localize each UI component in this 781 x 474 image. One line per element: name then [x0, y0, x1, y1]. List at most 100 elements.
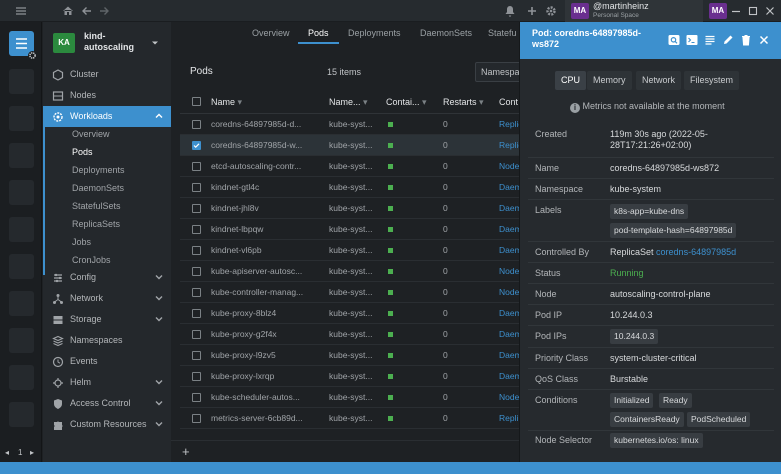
sidebar-item-access-control[interactable]: Access Control — [43, 393, 171, 414]
sidebar-item-helm[interactable]: Helm — [43, 372, 171, 393]
table-row[interactable]: kube-scheduler-autos... kube-syst... 0 Node — [180, 387, 525, 408]
add-icon[interactable] — [524, 3, 540, 19]
row-checkbox[interactable] — [192, 414, 201, 423]
row-checkbox[interactable] — [192, 225, 201, 234]
sidebar-subitem-jobs[interactable]: Jobs — [43, 233, 171, 251]
sidebar-item-storage[interactable]: Storage — [43, 309, 171, 330]
table-row[interactable]: kube-proxy-l9zv5 kube-syst... 0 Daem — [180, 345, 525, 366]
hotbar-settings-icon[interactable] — [28, 51, 37, 60]
metric-tab-memory[interactable]: Memory — [587, 71, 632, 90]
controller-link[interactable]: coredns-64897985d — [656, 247, 736, 257]
sidebar-subitem-overview[interactable]: Overview — [43, 125, 171, 143]
tab-statefulsets[interactable]: Statefu — [488, 22, 517, 44]
sidebar-subitem-deployments[interactable]: Deployments — [43, 161, 171, 179]
metric-tab-network[interactable]: Network — [636, 71, 682, 90]
sidebar-item-workloads[interactable]: Workloads — [43, 106, 171, 127]
table-row[interactable]: kindnet-jhl8v kube-syst... 0 Daem — [180, 198, 525, 219]
row-checkbox[interactable] — [192, 351, 201, 360]
table-row[interactable]: kube-controller-manag... kube-syst... 0 Nod… — [180, 282, 525, 303]
metric-tab-filesystem[interactable]: Filesystem — [684, 71, 740, 90]
tab-daemonsets[interactable]: DaemonSets — [420, 22, 472, 44]
tab-deployments[interactable]: Deployments — [348, 22, 401, 44]
table-row[interactable]: kindnet-vl6pb kube-syst... 0 Daem — [180, 240, 525, 261]
hotbar-slot[interactable] — [9, 402, 34, 427]
select-all-checkbox[interactable] — [192, 97, 201, 106]
row-checkbox[interactable] — [192, 120, 201, 129]
sidebar-subitem-replicasets[interactable]: ReplicaSets — [43, 215, 171, 233]
tab-pods[interactable]: Pods — [298, 22, 339, 44]
row-checkbox[interactable] — [192, 246, 201, 255]
tab-overview[interactable]: Overview — [252, 22, 290, 44]
sidebar-subitem-daemonsets[interactable]: DaemonSets — [43, 179, 171, 197]
namespace-select[interactable]: Namespa — [475, 62, 525, 82]
column-controlled-by[interactable]: Cont — [499, 97, 518, 107]
table-row[interactable]: coredns-64897985d-w... kube-syst... 0 Repli… — [180, 135, 525, 156]
sidebar-item-label: Access Control — [70, 398, 131, 408]
sidebar-item-config[interactable]: Config — [43, 267, 171, 288]
sidebar-item-namespaces[interactable]: Namespaces — [43, 330, 171, 351]
table-row[interactable]: kindnet-gtl4c kube-syst... 0 Daem — [180, 177, 525, 198]
row-checkbox[interactable] — [192, 372, 201, 381]
prev-page-icon[interactable]: ◂ — [5, 448, 9, 457]
sidebar-item-nodes[interactable]: Nodes — [43, 85, 171, 106]
maximize-icon[interactable] — [745, 3, 761, 19]
column-containers[interactable]: Contai... ▾ — [386, 97, 427, 108]
forward-arrow-icon[interactable] — [96, 3, 112, 19]
terminal-icon[interactable] — [686, 34, 698, 46]
home-icon[interactable] — [60, 3, 76, 19]
hotbar-slot[interactable] — [9, 291, 34, 316]
hotbar-slot[interactable] — [9, 180, 34, 205]
hotbar-slot[interactable] — [9, 254, 34, 279]
minimize-icon[interactable] — [728, 3, 744, 19]
row-checkbox[interactable] — [192, 141, 201, 150]
gear-icon[interactable] — [543, 3, 559, 19]
table-row[interactable]: kube-proxy-lxrqp kube-syst... 0 Daem — [180, 366, 525, 387]
column-name[interactable]: Name ▾ — [211, 97, 242, 108]
row-checkbox[interactable] — [192, 267, 201, 276]
table-row[interactable]: kube-apiserver-autosc... kube-syst... 0 Nod… — [180, 261, 525, 282]
sidebar-item-cluster[interactable]: Cluster — [43, 64, 171, 85]
hotbar-slot[interactable] — [9, 143, 34, 168]
row-checkbox[interactable] — [192, 309, 201, 318]
table-row[interactable]: kube-proxy-8blz4 kube-syst... 0 Daem — [180, 303, 525, 324]
column-namespace[interactable]: Name... ▾ — [329, 97, 368, 108]
row-checkbox[interactable] — [192, 183, 201, 192]
bell-icon[interactable] — [502, 3, 518, 19]
hotbar-slot[interactable] — [9, 217, 34, 242]
logs-icon[interactable] — [704, 34, 716, 46]
column-restarts[interactable]: Restarts ▾ — [443, 97, 484, 108]
table-row[interactable]: metrics-server-6cb89d... kube-syst... 0 Rep… — [180, 408, 525, 429]
add-icon[interactable]: + — [182, 444, 190, 459]
hotbar-slot[interactable] — [9, 69, 34, 94]
hotbar-slot[interactable] — [9, 328, 34, 353]
close-icon[interactable] — [758, 34, 770, 46]
table-row[interactable]: kube-proxy-g2f4x kube-syst... 0 Daem — [180, 324, 525, 345]
cluster-switcher[interactable]: KA kind-autoscaling — [43, 22, 171, 66]
row-checkbox[interactable] — [192, 204, 201, 213]
sidebar-subitem-pods[interactable]: Pods — [43, 143, 171, 161]
table-row[interactable]: kindnet-lbpqw kube-syst... 0 Daem — [180, 219, 525, 240]
edit-icon[interactable] — [722, 34, 734, 46]
user-menu[interactable]: MA @martinheinz Personal Space — [565, 0, 703, 22]
table-row[interactable]: coredns-64897985d-d... kube-syst... 0 Repli… — [180, 114, 525, 135]
row-checkbox[interactable] — [192, 330, 201, 339]
delete-icon[interactable] — [740, 34, 752, 46]
hotbar-slot[interactable] — [9, 106, 34, 131]
close-icon[interactable] — [762, 3, 778, 19]
search-icon[interactable] — [668, 34, 680, 46]
metric-tab-cpu[interactable]: CPU — [555, 71, 587, 90]
menu-icon[interactable] — [13, 3, 29, 19]
sidebar-subitem-statefulsets[interactable]: StatefulSets — [43, 197, 171, 215]
hotbar-slot[interactable] — [9, 365, 34, 390]
row-checkbox[interactable] — [192, 162, 201, 171]
sidebar-item-custom-resources[interactable]: Custom Resources — [43, 414, 171, 435]
row-checkbox[interactable] — [192, 393, 201, 402]
next-page-icon[interactable]: ▸ — [30, 448, 34, 457]
sidebar-item-events[interactable]: Events — [43, 351, 171, 372]
sidebar-item-network[interactable]: Network — [43, 288, 171, 309]
back-arrow-icon[interactable] — [79, 3, 95, 19]
avatar[interactable]: MA — [709, 3, 727, 19]
table-row[interactable]: etcd-autoscaling-contr... kube-syst... 0 No… — [180, 156, 525, 177]
row-checkbox[interactable] — [192, 288, 201, 297]
node-link[interactable]: autoscaling-control-plane — [610, 289, 711, 299]
